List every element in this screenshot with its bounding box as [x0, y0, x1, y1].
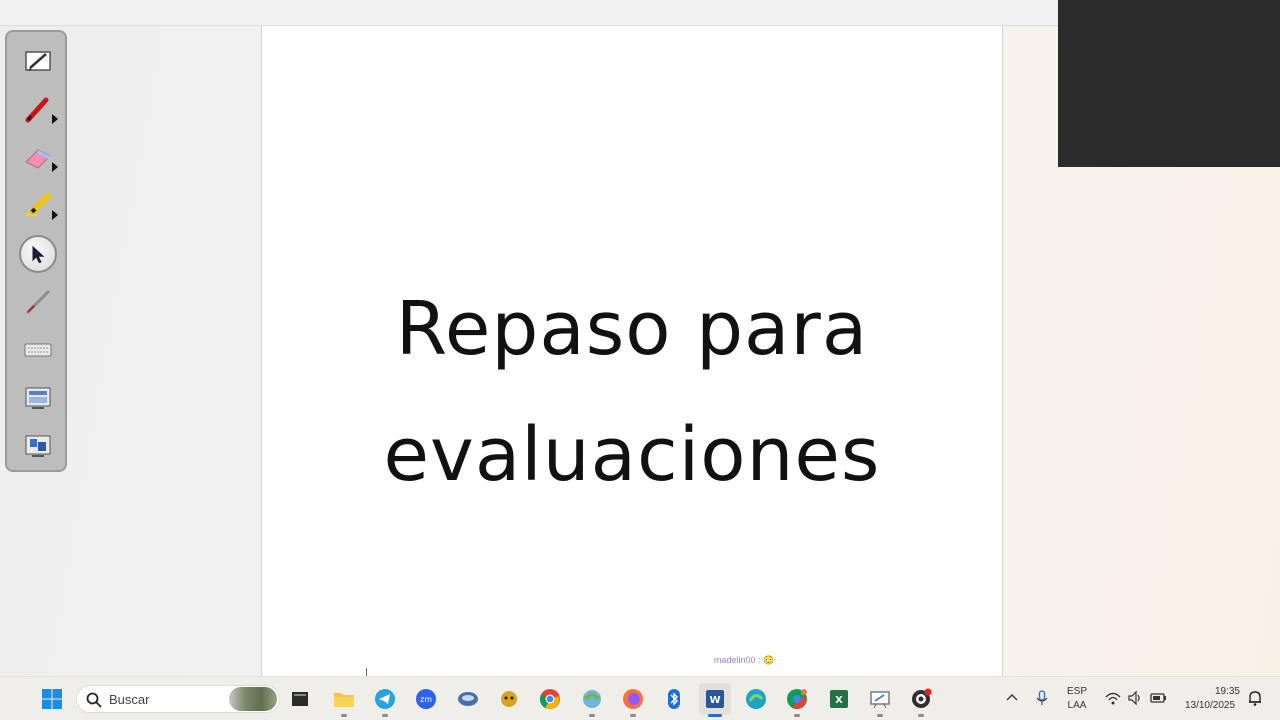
running-indicator	[630, 714, 636, 717]
highlighter-menu-arrow-icon[interactable]	[52, 210, 58, 220]
chat-overlay-message: madelin00 : 😳	[714, 655, 775, 665]
notebook-icon	[25, 51, 51, 71]
volume-button[interactable]	[1126, 689, 1144, 707]
window-top-strip	[0, 0, 1058, 26]
text-caret	[366, 668, 367, 676]
vpn-icon	[458, 692, 478, 706]
display-tool[interactable]	[16, 424, 60, 468]
file-explorer-icon	[292, 692, 308, 706]
slide-title: Repaso para evaluaciones	[262, 266, 1002, 518]
taskbar-app-task-view[interactable]	[284, 683, 316, 715]
select-pointer-icon	[32, 245, 45, 264]
pen-icon	[25, 97, 49, 123]
taskbar-app-bot[interactable]	[493, 683, 525, 715]
taskbar-app-edge[interactable]	[740, 683, 772, 715]
svg-text:W: W	[709, 695, 720, 706]
keyboard-tool[interactable]	[16, 328, 60, 372]
microphone-button[interactable]	[1033, 689, 1051, 707]
pen-tool[interactable]	[16, 88, 60, 132]
clock[interactable]: 19:35 13/10/2025	[1178, 685, 1242, 713]
taskbar-app-firefox[interactable]	[617, 683, 649, 717]
taskbar-search[interactable]	[76, 685, 280, 713]
presentation-slide: Repaso para evaluaciones	[261, 26, 1003, 676]
taskbar-app-obs[interactable]	[905, 683, 937, 717]
eraser-tool[interactable]	[16, 136, 60, 180]
start-button[interactable]	[36, 683, 68, 715]
obs-icon	[912, 688, 932, 708]
clock-date: 13/10/2025	[1184, 700, 1236, 711]
keyboard-icon	[24, 343, 52, 357]
magic-pen-icon	[26, 290, 50, 314]
bot-icon	[501, 691, 517, 707]
show-hidden-icons-button[interactable]	[1003, 689, 1021, 707]
firefox-icon	[623, 689, 643, 709]
zoom-icon: zm	[416, 689, 436, 709]
volume-icon	[1128, 690, 1140, 706]
bluetooth-icon	[668, 689, 680, 709]
language-code: ESP	[1066, 686, 1087, 697]
maps-icon	[583, 690, 601, 708]
taskbar-app-zoom[interactable]: zm	[410, 683, 442, 715]
taskbar-app-word[interactable]: W	[699, 683, 731, 717]
battery-icon	[1150, 693, 1166, 703]
chevron-up-icon	[1006, 694, 1018, 701]
whiteboard-icon	[870, 691, 890, 709]
highlighter-tool[interactable]	[16, 184, 60, 228]
highlighter-icon	[25, 193, 51, 218]
magic-pen-tool[interactable]	[16, 280, 60, 324]
running-indicator	[918, 714, 924, 717]
word-icon: W	[706, 690, 724, 708]
search-input[interactable]	[109, 690, 229, 708]
notification-bell-icon	[1249, 691, 1261, 706]
taskbar: zm	[0, 676, 1280, 720]
notebook-tool[interactable]	[16, 40, 60, 84]
edge-icon	[746, 689, 766, 709]
taskbar-app-folder[interactable]	[328, 683, 360, 717]
taskbar-app-vpn[interactable]	[452, 683, 484, 715]
pen-toolbar	[5, 30, 67, 472]
svg-text:X: X	[835, 695, 843, 706]
taskbar-app-chrome-profile[interactable]	[781, 683, 813, 717]
eraser-icon	[25, 149, 51, 169]
excel-icon: X	[830, 690, 848, 708]
running-indicator	[589, 714, 595, 717]
chrome-icon	[540, 689, 560, 710]
language-indicator[interactable]: ESP LAA	[1064, 685, 1090, 713]
slide-title-line2: evaluaciones	[383, 412, 881, 498]
search-icon	[86, 692, 102, 708]
taskbar-app-bluetooth[interactable]	[658, 683, 690, 715]
clock-time: 19:35	[1214, 686, 1240, 697]
eraser-menu-arrow-icon[interactable]	[52, 162, 58, 172]
folder-icon	[334, 693, 354, 707]
wifi-icon	[1105, 692, 1121, 705]
svg-text:zm: zm	[420, 695, 432, 704]
running-indicator	[708, 714, 722, 717]
battery-button[interactable]	[1149, 689, 1167, 707]
running-indicator	[794, 714, 800, 717]
screen-capture-tool[interactable]	[16, 376, 60, 420]
running-indicator	[382, 714, 388, 717]
notifications-button[interactable]	[1246, 689, 1264, 707]
select-tool-highlight	[19, 235, 57, 273]
taskbar-app-chrome[interactable]	[534, 683, 566, 715]
select-tool[interactable]	[16, 232, 60, 276]
chrome-profile-icon	[787, 689, 807, 710]
telegram-icon	[375, 689, 395, 709]
running-indicator	[341, 714, 347, 717]
pen-menu-arrow-icon[interactable]	[52, 114, 58, 124]
running-indicator	[877, 714, 883, 717]
taskbar-app-whiteboard[interactable]	[864, 683, 896, 717]
keyboard-layout: LAA	[1067, 700, 1087, 711]
taskbar-app-maps[interactable]	[576, 683, 608, 717]
wifi-button[interactable]	[1104, 689, 1122, 707]
display-icon	[25, 435, 51, 457]
search-highlight-image	[229, 687, 277, 711]
taskbar-app-telegram[interactable]	[369, 683, 401, 717]
taskbar-app-excel[interactable]: X	[823, 683, 855, 715]
microphone-icon	[1036, 690, 1048, 705]
screen-capture-icon	[25, 387, 51, 409]
video-feed-panel	[1058, 0, 1280, 167]
slide-title-line1: Repaso para	[395, 286, 869, 372]
start-icon	[42, 689, 62, 709]
